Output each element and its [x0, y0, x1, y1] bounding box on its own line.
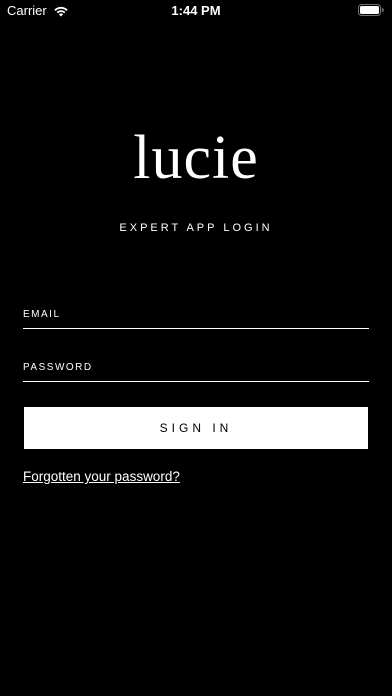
email-field-container [23, 302, 369, 329]
password-field-container [23, 355, 369, 382]
battery-icon [358, 4, 384, 16]
lucie-logo: lucie [133, 124, 259, 192]
status-time: 1:44 PM [171, 3, 221, 18]
status-bar: Carrier 1:44 PM [0, 0, 392, 22]
forgot-password-link[interactable]: Forgotten your password? [23, 469, 180, 484]
password-field[interactable] [23, 355, 369, 379]
page-subtitle: EXPERT APP LOGIN [119, 222, 273, 234]
sign-in-button[interactable]: SIGN IN [24, 407, 368, 449]
email-field[interactable] [23, 302, 369, 326]
